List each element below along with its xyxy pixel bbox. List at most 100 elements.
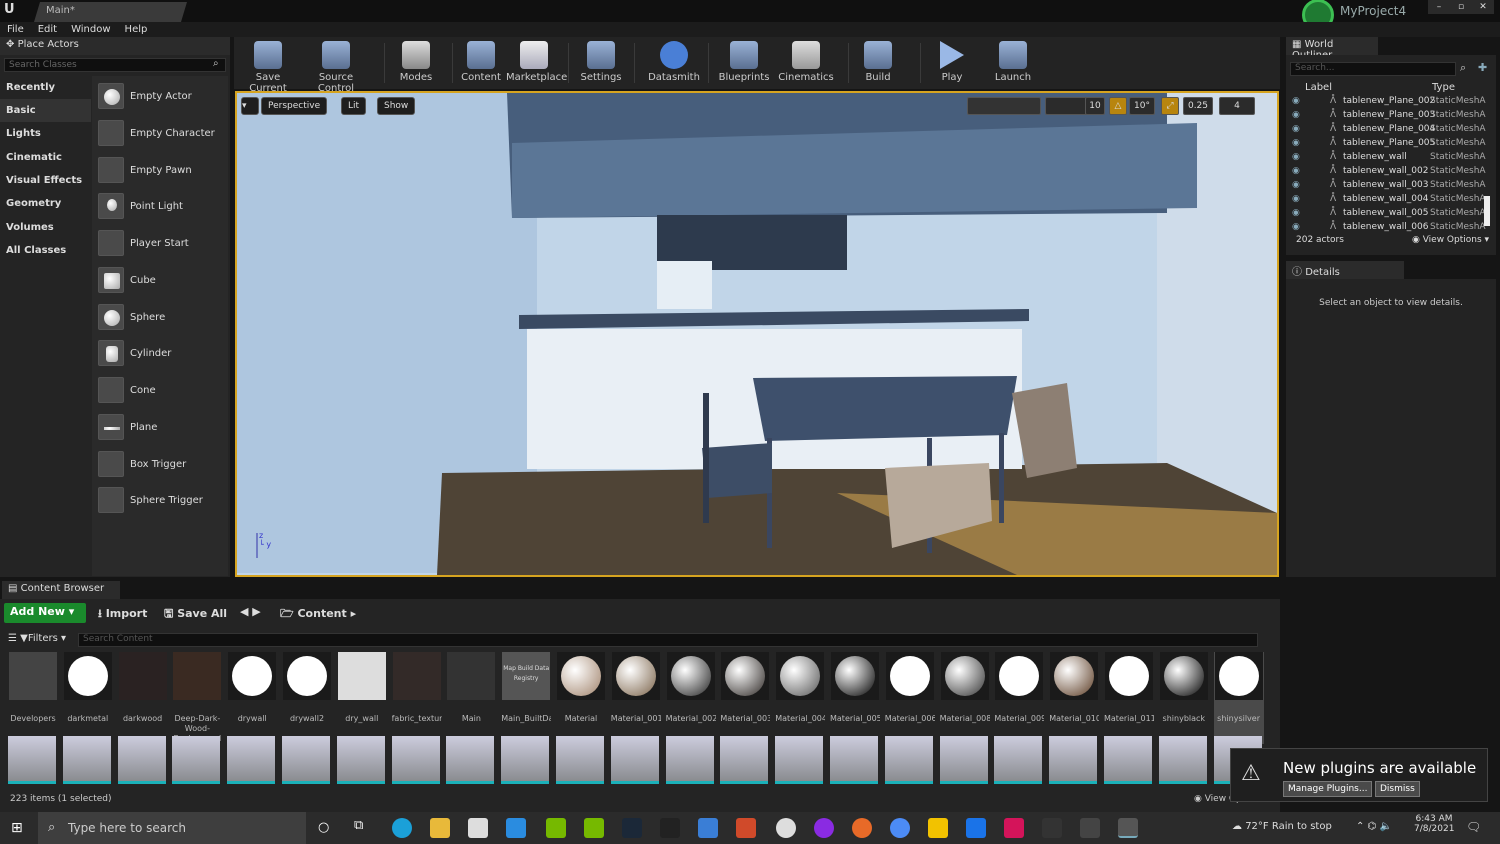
static-mesh-thumbnail[interactable] [556,736,604,784]
scale-snap-icon[interactable]: ⤢ [1161,97,1179,115]
outliner-row[interactable]: ◉ ᐰ tablenew_wall_002 StaticMeshA [1290,164,1486,178]
view-options-button[interactable]: ◉ View Options ▾ [1412,235,1489,245]
windows-start-icon[interactable]: ⊞ [11,820,23,836]
close-button[interactable]: ✕ [1472,0,1494,14]
dismiss-button[interactable]: Dismiss [1375,781,1420,797]
app-icon[interactable] [966,818,986,838]
notifications-icon[interactable]: 🗨 [1466,820,1481,834]
asset-tile[interactable]: Material_005 [830,652,880,744]
category-volumes[interactable]: Volumes [0,216,91,239]
menu-edit[interactable]: Edit [31,22,64,37]
visibility-eye-icon[interactable]: ◉ [1292,192,1300,206]
outliner-row[interactable]: ◉ ᐰ tablenew_wall_006 StaticMeshA [1290,220,1486,234]
add-filter-icon[interactable]: ✚ [1478,61,1487,74]
app-icon[interactable] [698,818,718,838]
category-all-classes[interactable]: All Classes [0,239,91,262]
asset-tile[interactable]: Material [556,652,606,744]
weather-status[interactable]: ☁ 72°F Rain to stop [1232,821,1332,832]
app-icon[interactable] [814,818,834,838]
menu-help[interactable]: Help [118,22,155,37]
static-mesh-thumbnail[interactable] [830,736,878,784]
daz-icon[interactable] [1080,818,1100,838]
visibility-eye-icon[interactable]: ◉ [1292,164,1300,178]
static-mesh-thumbnail[interactable] [446,736,495,784]
outliner-row[interactable]: ◉ ᐰ tablenew_Plane_002 StaticMeshA [1290,94,1486,108]
actor-item[interactable]: Sphere Trigger [98,483,203,517]
history-nav-buttons[interactable]: ◀ ▶ [240,605,261,618]
outliner-row[interactable]: ◉ ᐰ tablenew_Plane_004 StaticMeshA [1290,122,1486,136]
firefox-icon[interactable] [852,818,872,838]
visibility-eye-icon[interactable]: ◉ [1292,150,1300,164]
play-button[interactable]: Play [932,37,972,89]
static-mesh-thumbnail[interactable] [939,736,988,784]
visibility-eye-icon[interactable]: ◉ [1292,136,1300,150]
mail-icon[interactable] [506,818,526,838]
category-basic[interactable]: Basic [0,99,91,122]
clock[interactable]: 6:43 AM 7/8/2021 [1414,814,1454,834]
static-mesh-thumbnail[interactable] [720,736,769,784]
menu-file[interactable]: File [0,22,31,37]
asset-tile[interactable]: Material_010 [1049,652,1099,744]
manage-plugins-button[interactable]: Manage Plugins... [1283,781,1373,797]
nvidia-icon[interactable] [546,818,566,838]
static-mesh-thumbnail[interactable] [1049,736,1098,784]
visibility-eye-icon[interactable]: ◉ [1292,178,1300,192]
asset-tile[interactable]: fabric_texture_ [392,652,442,744]
asset-tile[interactable]: Developers [8,652,58,744]
asset-tile[interactable]: Material_011 [1104,652,1154,744]
search-icon[interactable]: ⌕ [1460,61,1466,75]
unity-icon[interactable] [1042,818,1062,838]
chrome-icon[interactable] [890,818,910,838]
search-classes-input[interactable]: Search Classes [4,58,226,72]
static-mesh-thumbnail[interactable] [227,736,276,784]
actor-item[interactable]: Point Light [98,189,183,223]
menu-window[interactable]: Window [64,22,117,37]
level-viewport[interactable]: ▾ Perspective Lit Show 10 △ 10° ⤢ 0.25 4… [235,91,1279,577]
static-mesh-thumbnail[interactable] [994,736,1043,784]
tray-icons[interactable]: ⌃ ⌬ 🔈 [1356,821,1392,832]
minimize-button[interactable]: – [1428,0,1450,14]
viewport-options-button[interactable]: ▾ [241,97,259,115]
lit-button[interactable]: Lit [341,97,367,115]
static-mesh-thumbnail[interactable] [62,736,111,784]
outliner-row[interactable]: ◉ ᐰ tablenew_wall_005 StaticMeshA [1290,206,1486,220]
source-control-button[interactable]: Source Control [302,37,370,94]
asset-tile[interactable]: Material_002 [666,652,716,744]
static-mesh-thumbnail[interactable] [501,736,550,784]
unreal-logo-icon[interactable]: U [4,2,15,17]
transform-tools[interactable] [967,97,1041,115]
column-type[interactable]: Type [1432,82,1455,93]
visibility-eye-icon[interactable]: ◉ [1292,108,1300,122]
visibility-eye-icon[interactable]: ◉ [1292,122,1300,136]
category-geometry[interactable]: Geometry [0,192,91,215]
asset-tile[interactable]: Material_003 [720,652,770,744]
static-mesh-thumbnail[interactable] [775,736,824,784]
rotation-snap-value[interactable]: 10° [1129,97,1155,115]
visibility-eye-icon[interactable]: ◉ [1292,206,1300,220]
datasmith-button[interactable]: Datasmith [646,37,702,89]
actor-item[interactable]: Cone [98,373,156,407]
outliner-search-input[interactable]: Search... [1290,62,1456,76]
category-cinematic[interactable]: Cinematic [0,146,91,169]
app-icon[interactable] [1004,818,1024,838]
save-current-button[interactable]: Save Current [238,37,298,94]
actor-item[interactable]: Box Trigger [98,447,186,481]
asset-tile[interactable]: shinysilver [1213,652,1264,744]
asset-tile[interactable]: Material_009 [994,652,1044,744]
rotation-snap-icon[interactable]: △ [1109,97,1127,115]
asset-tile[interactable]: darkwood [118,652,168,744]
static-mesh-thumbnail[interactable] [610,736,659,784]
show-button[interactable]: Show [377,97,416,115]
save-all-button[interactable]: 🖫 Save All [164,605,227,624]
actor-item[interactable]: Empty Character [98,116,215,150]
asset-tile[interactable]: Material_008 [940,652,990,744]
static-mesh-thumbnail[interactable] [1104,736,1152,784]
grid-snap-value[interactable]: 10 [1085,97,1105,115]
unreal-icon[interactable] [1118,818,1138,838]
camera-speed-value[interactable]: 4 [1219,97,1255,115]
maximize-button[interactable]: ▫ [1450,0,1472,14]
visibility-eye-icon[interactable]: ◉ [1292,220,1300,234]
marketplace-button[interactable]: Marketplace [506,37,567,89]
geforce-icon[interactable] [584,818,604,838]
asset-tile[interactable]: darkmetal [63,652,113,744]
